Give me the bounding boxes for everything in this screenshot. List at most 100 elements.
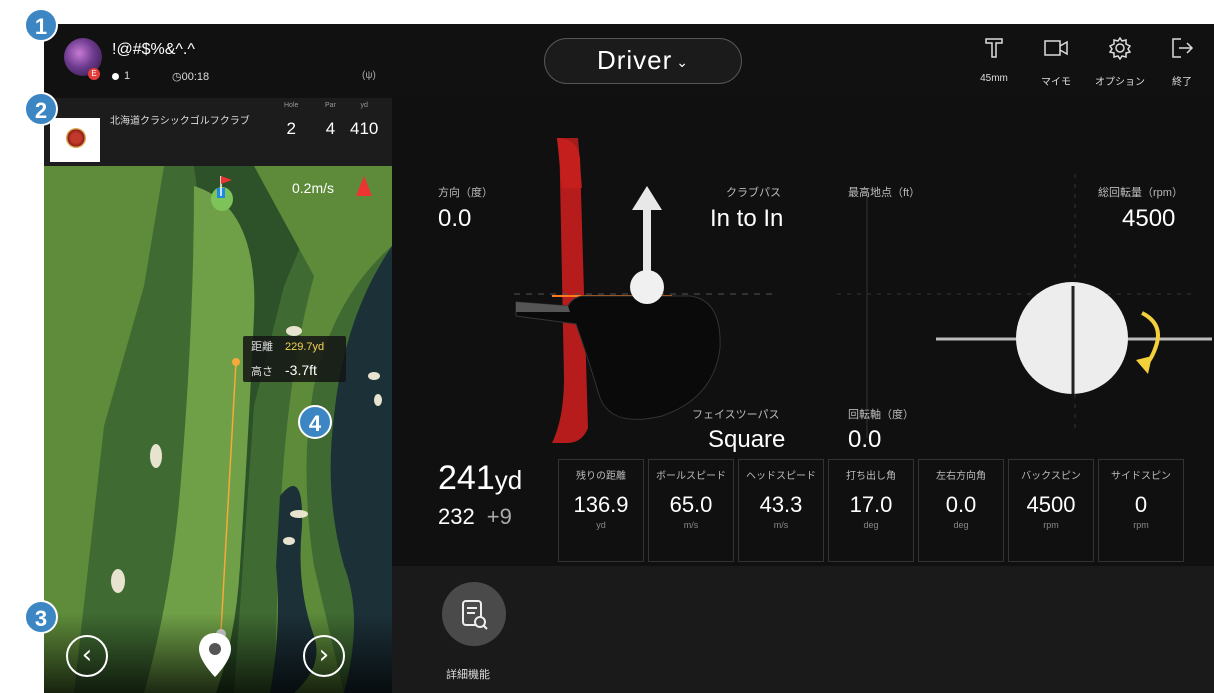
stat-value: 43.3 (759, 492, 803, 517)
tee-icon (985, 38, 1003, 58)
chevron-right-icon: › (318, 640, 330, 670)
par-value: 4 (325, 119, 336, 138)
stat-title: 残りの距離 (576, 471, 626, 482)
previous-button[interactable]: ‹ (66, 635, 108, 677)
tee-height-label: 45mm (980, 73, 1008, 84)
total-spin-label: 総回転量（rpm） (1098, 187, 1183, 199)
document-search-icon (462, 600, 488, 630)
stat-ball-speed: ボールスピード 65.0 m/s (648, 459, 734, 562)
club-path-label: クラブパス (726, 187, 781, 199)
ball-dot-icon (112, 72, 119, 80)
stat-side-spin: サイドスピン 0 rpm (1098, 459, 1184, 562)
step-marker-3: 3 (24, 600, 58, 634)
total-spin-value: 4500 (1122, 205, 1176, 232)
stroke-count-value: 1 (124, 70, 131, 82)
wind-speed: 0.2m/s (292, 180, 335, 196)
chevron-down-icon: ⌄ (676, 53, 690, 70)
clock-icon: ◷ (172, 71, 182, 83)
hole-header: Hole (284, 102, 299, 109)
club-selector-label: Driver (596, 45, 673, 75)
hole-yardage: yd 410 (350, 102, 378, 139)
direction-label: 方向（度） (438, 187, 493, 199)
exit-icon (1172, 38, 1194, 58)
distance-value: 229.7yd (285, 341, 325, 353)
stat-title: サイドスピン (1111, 471, 1171, 482)
exit-button[interactable]: 終了 (1154, 36, 1210, 88)
stat-unit: rpm (1043, 520, 1059, 530)
course-logo (50, 118, 100, 162)
detail-features-label: 詳細機能 (446, 669, 490, 681)
step-marker-4: 4 (298, 405, 332, 439)
next-button[interactable]: › (303, 635, 345, 677)
detail-features-button[interactable] (442, 582, 506, 646)
stat-value: 17.0 (849, 492, 893, 517)
stat-title: バックスピン (1021, 471, 1081, 482)
app-frame: E !@#$%&^.^ 1 ◷00:18 (ψ) Driver ⌄ 45mm マイ… (44, 24, 1214, 693)
signal-icon: (ψ) (362, 70, 376, 81)
options-button[interactable]: オプション (1092, 36, 1148, 88)
height-value: -3.7ft (285, 362, 317, 378)
stat-unit: m/s (773, 520, 789, 530)
spin-axis-label: 回転軸（度） (848, 409, 914, 421)
direction-value: 0.0 (438, 205, 472, 232)
distance-tooltip: 距離 229.7yd 高さ -3.7ft (243, 336, 346, 382)
exit-label: 終了 (1172, 77, 1192, 88)
wind-direction-icon (356, 176, 372, 196)
stat-unit: yd (596, 520, 606, 530)
carry-distance: 232 +9 (438, 504, 512, 530)
bottom-action-area: 詳細機能 (392, 566, 1214, 693)
stat-launch-angle: 打ち出し角 17.0 deg (828, 459, 914, 562)
spin-axis-value: 0.0 (848, 426, 882, 453)
camera-icon (1044, 40, 1068, 56)
apex-label: 最高地点（ft） (848, 187, 921, 199)
stroke-count: 1 (112, 70, 130, 82)
stat-title: 打ち出し角 (846, 471, 896, 482)
course-info-bar: 北海道クラシックゴルフクラブ Hole 2 Par 4 yd 410 (44, 98, 392, 166)
step-marker-2: 2 (24, 92, 58, 126)
stat-value: 4500 (1026, 492, 1076, 517)
chevron-left-icon: ‹ (81, 640, 93, 670)
roll-value: +9 (486, 504, 512, 529)
yd-header: yd (360, 102, 368, 109)
yd-value: 410 (350, 119, 379, 138)
par-header: Par (325, 102, 336, 109)
timer-value: 00:18 (181, 71, 210, 83)
total-distance-value: 241 (438, 459, 495, 497)
hole-value: 2 (286, 119, 296, 138)
stat-unit: rpm (1133, 520, 1149, 530)
course-map[interactable]: 0.2m/s 距離 229.7yd 高さ -3.7ft ‹ › (44, 166, 392, 693)
stat-direction-angle: 左右方向角 0.0 deg (918, 459, 1004, 562)
location-pin-icon[interactable] (196, 631, 234, 681)
carry-value: 232 (438, 504, 475, 529)
options-label: オプション (1095, 77, 1145, 88)
stat-head-speed: ヘッドスピード 43.3 m/s (738, 459, 824, 562)
map-navigation: ‹ › (44, 613, 392, 693)
stat-title: ヘッドスピード (746, 471, 816, 482)
stat-value: 0 (1134, 492, 1148, 517)
stat-value: 136.9 (573, 492, 629, 517)
hole-par: Par 4 (325, 102, 336, 139)
stat-remaining-distance: 残りの距離 136.9 yd (558, 459, 644, 562)
course-name: 北海道クラシックゴルフクラブ (110, 116, 250, 127)
face-to-path-value: Square (708, 426, 786, 453)
stat-unit: deg (863, 520, 879, 530)
club-selector[interactable]: Driver ⌄ (544, 38, 742, 84)
stat-unit: m/s (683, 520, 699, 530)
player-badge: E (88, 68, 100, 80)
timer: ◷00:18 (172, 70, 209, 83)
my-motion-label: マイモ (1041, 77, 1071, 88)
my-motion-button[interactable]: マイモ (1028, 36, 1084, 88)
hole-number: Hole 2 (284, 102, 298, 139)
step-marker-1: 1 (24, 8, 58, 42)
tee-height-button[interactable]: 45mm (966, 36, 1022, 84)
stat-title: 左右方向角 (936, 471, 986, 482)
player-name: !@#$%&^.^ (112, 41, 195, 58)
total-distance: 241yd (438, 459, 522, 498)
stat-unit: deg (953, 520, 969, 530)
stat-value: 0.0 (945, 492, 977, 517)
top-bar: E !@#$%&^.^ 1 ◷00:18 (ψ) Driver ⌄ 45mm マイ… (44, 24, 1214, 98)
gear-icon (1108, 36, 1132, 61)
stat-title: ボールスピード (656, 471, 726, 482)
stat-back-spin: バックスピン 4500 rpm (1008, 459, 1094, 562)
stat-value: 65.0 (669, 492, 713, 517)
